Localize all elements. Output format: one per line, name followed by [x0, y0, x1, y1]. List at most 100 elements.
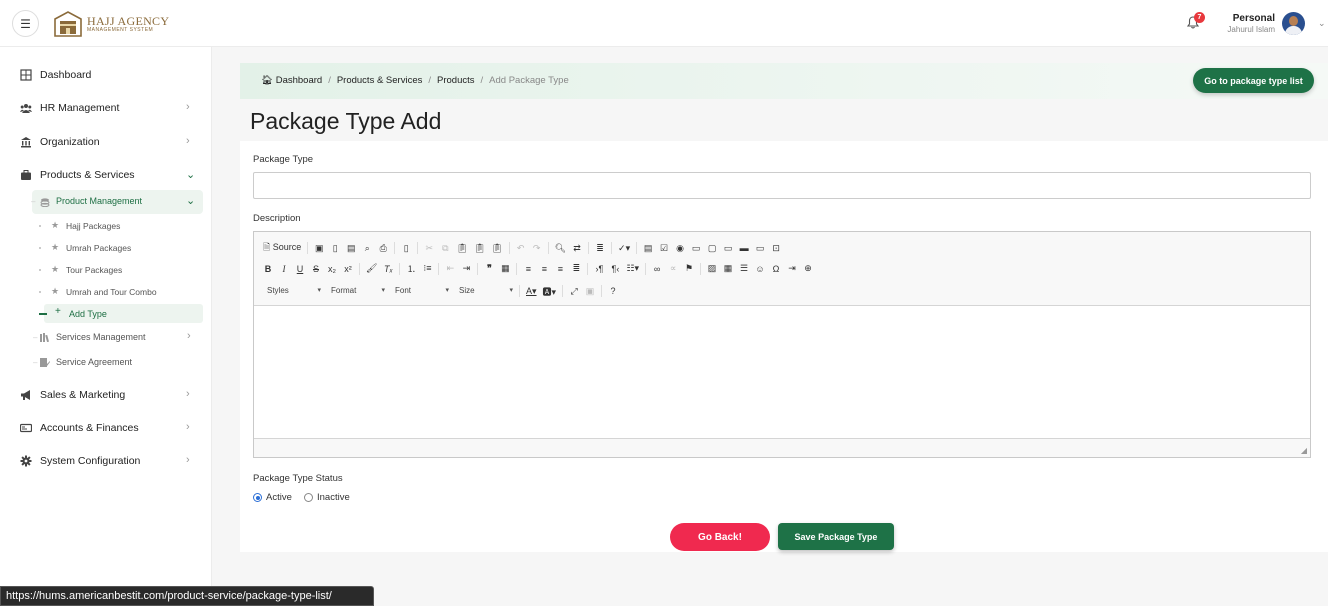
sidebar-subitem-umrah-tour-combo[interactable]: Umrah and Tour Combo: [66, 287, 157, 297]
align-left-icon[interactable]: ≡: [523, 264, 533, 274]
save-icon[interactable]: ▣: [314, 243, 324, 254]
underline-icon[interactable]: U: [295, 264, 305, 274]
select-icon[interactable]: ▭: [723, 243, 733, 254]
size-dropdown[interactable]: Size: [455, 284, 513, 298]
indent-icon[interactable]: ⇥: [461, 263, 471, 274]
sidebar-item-hr-management[interactable]: HR Management ›: [0, 99, 212, 119]
sidebar-item-accounts-finances[interactable]: Accounts & Finances ›: [0, 419, 212, 439]
avatar[interactable]: [1282, 12, 1305, 35]
remove-format-icon[interactable]: Tₓ: [383, 264, 393, 274]
find-icon[interactable]: 🔍︎: [555, 243, 566, 254]
cut-icon[interactable]: ✂: [424, 243, 434, 254]
smiley-icon[interactable]: ☺: [755, 264, 765, 274]
iframe-icon[interactable]: ⊕: [803, 263, 813, 274]
anchor-icon[interactable]: ⚑: [684, 263, 694, 274]
sidebar-item-sales-marketing[interactable]: Sales & Marketing ›: [0, 386, 212, 406]
italic-icon[interactable]: I: [279, 264, 289, 274]
bold-icon[interactable]: B: [263, 264, 273, 274]
resize-handle-icon[interactable]: ◢: [1301, 446, 1307, 455]
textarea-icon[interactable]: ▢: [707, 243, 717, 254]
special-char-icon[interactable]: Ω: [771, 264, 781, 274]
image-icon[interactable]: ▨: [707, 263, 717, 274]
hamburger-icon[interactable]: ☰: [12, 10, 39, 37]
subscript-icon[interactable]: x₂: [327, 264, 337, 274]
numbered-list-icon[interactable]: ⒈: [406, 262, 416, 275]
sidebar-subitem-hajj-packages[interactable]: Hajj Packages: [66, 221, 120, 231]
text-color-icon[interactable]: A▾: [526, 286, 537, 297]
strikethrough-icon[interactable]: S: [311, 264, 321, 274]
outdent-icon[interactable]: ⇤: [445, 263, 455, 274]
font-dropdown[interactable]: Font: [391, 284, 449, 298]
breadcrumb-home[interactable]: 🏠︎ Dashboard: [261, 75, 322, 86]
select-all-icon[interactable]: ≣: [595, 243, 605, 254]
save-package-type-button[interactable]: Save Package Type: [778, 523, 894, 550]
sidebar-item-services-management[interactable]: – Services Management ›: [33, 330, 203, 346]
sidebar-item-system-configuration[interactable]: System Configuration ›: [0, 452, 212, 472]
status-active-radio[interactable]: Active: [253, 492, 292, 503]
format-dropdown[interactable]: Format: [327, 284, 385, 298]
sidebar-item-products-services[interactable]: Products & Services ⌄: [0, 166, 212, 186]
breadcrumb-item[interactable]: Products & Services: [337, 75, 423, 86]
paste-icon[interactable]: 📋︎: [456, 243, 467, 254]
print-icon[interactable]: ⎙: [378, 243, 388, 254]
sidebar-item-dashboard[interactable]: Dashboard: [0, 66, 212, 86]
copy-format-icon[interactable]: 🖌︎: [366, 263, 377, 274]
sidebar-subitem-add-type[interactable]: + Add Type: [44, 304, 203, 323]
bulleted-list-icon[interactable]: ⁝≡: [422, 263, 432, 274]
status-inactive-radio[interactable]: Inactive: [304, 492, 350, 503]
redo-icon[interactable]: ↷: [532, 243, 542, 254]
go-back-button[interactable]: Go Back!: [670, 523, 770, 551]
editor-content-area[interactable]: [254, 305, 1310, 439]
table-icon[interactable]: ▦: [723, 263, 733, 274]
horizontal-line-icon[interactable]: ☰: [739, 263, 749, 274]
page-break-icon[interactable]: ⇥: [787, 263, 797, 274]
chevron-down-icon[interactable]: ⌄: [1318, 18, 1326, 29]
link-icon[interactable]: ∞: [652, 264, 662, 274]
radio-unchecked-icon[interactable]: [304, 493, 313, 502]
spellcheck-icon[interactable]: ✓▾: [618, 243, 630, 254]
checkbox-icon[interactable]: ☑: [659, 243, 669, 254]
rtl-icon[interactable]: ¶‹: [610, 264, 620, 274]
preview-icon[interactable]: ⌕: [362, 243, 372, 254]
paste-word-icon[interactable]: 📋︎: [491, 243, 502, 254]
package-type-input[interactable]: [253, 172, 1311, 199]
sidebar-item-organization[interactable]: Organization ›: [0, 133, 212, 153]
app-logo[interactable]: HAJJ AGENCY MANAGEMENT SYSTEM: [53, 10, 169, 38]
div-icon[interactable]: ▦: [500, 263, 510, 274]
radio-icon[interactable]: ◉: [675, 243, 685, 254]
justify-icon[interactable]: ≣: [571, 263, 581, 274]
paste-text-icon[interactable]: 📋︎: [474, 243, 485, 254]
help-icon[interactable]: ?: [608, 286, 618, 296]
undo-icon[interactable]: ↶: [516, 243, 526, 254]
sidebar-item-service-agreement[interactable]: – Service Agreement: [33, 355, 203, 371]
maximize-icon[interactable]: ⤢: [569, 286, 579, 297]
hidden-field-icon[interactable]: ⊡: [771, 243, 781, 254]
superscript-icon[interactable]: x²: [343, 264, 353, 274]
sidebar-item-product-management[interactable]: Product Management ⌄: [32, 190, 203, 214]
styles-dropdown[interactable]: Styles: [263, 284, 321, 298]
copy-icon[interactable]: ⧉: [440, 243, 450, 254]
go-to-package-type-list-button[interactable]: Go to package type list: [1193, 68, 1314, 93]
button-icon[interactable]: ▬: [739, 243, 749, 253]
language-icon[interactable]: ☷▾: [626, 263, 639, 274]
radio-checked-icon[interactable]: [253, 493, 262, 502]
ltr-icon[interactable]: ›¶: [594, 264, 604, 274]
sidebar-subitem-tour-packages[interactable]: Tour Packages: [66, 265, 122, 275]
background-color-icon[interactable]: 🅰︎▾: [543, 285, 557, 298]
textfield-icon[interactable]: ▭: [691, 243, 701, 254]
align-right-icon[interactable]: ≡: [555, 264, 565, 274]
image-button-icon[interactable]: ▭: [755, 243, 765, 254]
show-blocks-icon[interactable]: ▣: [585, 286, 595, 297]
source-button[interactable]: 🗎 Source: [263, 240, 301, 256]
unlink-icon[interactable]: ∝: [668, 263, 678, 274]
form-icon[interactable]: ▤: [643, 243, 653, 254]
document-icon[interactable]: ▯: [401, 243, 411, 254]
blockquote-icon[interactable]: ❞: [484, 263, 494, 274]
templates-icon[interactable]: ▤: [346, 243, 356, 254]
sidebar-subitem-umrah-packages[interactable]: Umrah Packages: [66, 243, 131, 253]
align-center-icon[interactable]: ≡: [539, 264, 549, 274]
replace-icon[interactable]: ⇄: [572, 243, 582, 254]
user-info[interactable]: Personal Jahurul Islam: [1214, 13, 1275, 34]
new-page-icon[interactable]: ▯: [330, 243, 340, 254]
breadcrumb-item[interactable]: Products: [437, 75, 475, 86]
